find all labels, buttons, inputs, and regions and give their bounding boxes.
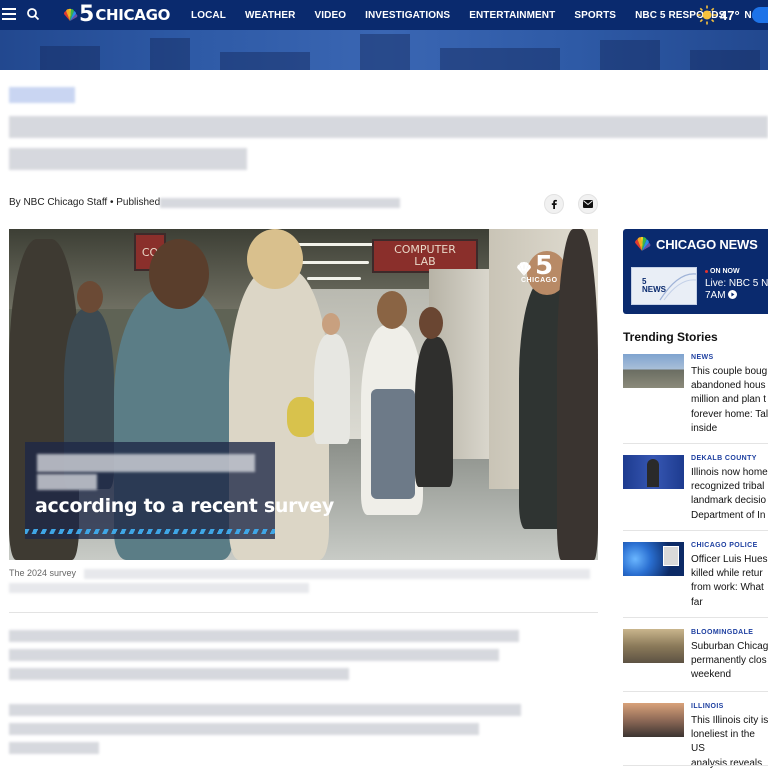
temperature: 47°: [720, 7, 740, 23]
watermark-city: CHICAGO: [521, 277, 558, 284]
story-thumbnail[interactable]: [623, 542, 684, 576]
main-nav: LOCAL WEATHER VIDEO INVESTIGATIONS ENTER…: [191, 0, 760, 30]
nav-entertainment[interactable]: ENTERTAINMENT: [469, 10, 555, 21]
chicago-news-live-box[interactable]: CHICAGO NEWS 5 NEWS ON NOW Live: NBC 5 N…: [623, 229, 768, 314]
photo-caption-text: The 2024 survey: [9, 568, 77, 578]
live-box-title: CHICAGO NEWS: [656, 237, 758, 252]
nbc-chicago-logo[interactable]: 5 CHICAGO: [62, 4, 170, 26]
blurred-paragraph-1-line-2: [9, 649, 499, 661]
blurred-paragraph-1-line-3: [9, 668, 349, 680]
lower-third-caption: according to a recent survey: [35, 495, 334, 517]
trending-story[interactable]: ILLINOIS This Illinois city is loneliest…: [623, 703, 768, 769]
nav-weather[interactable]: WEATHER: [245, 10, 296, 21]
site-header: 5 CHICAGO LOCAL WEATHER VIDEO INVESTIGAT…: [0, 0, 768, 30]
account-button[interactable]: [752, 7, 768, 23]
story-headline[interactable]: Suburban Chicag permanently clos weekend: [691, 640, 768, 683]
nbc5-watermark: 5 CHICAGO: [513, 251, 573, 285]
story-divider: [623, 617, 768, 618]
content-divider: [9, 612, 598, 613]
story-thumbnail[interactable]: [623, 629, 684, 663]
story-divider: [623, 691, 768, 692]
hamburger-menu-icon[interactable]: [2, 8, 16, 20]
weather-widget[interactable]: 47°: [697, 5, 740, 25]
blurred-caption-rest-1: [84, 569, 590, 579]
sun-icon: [697, 5, 717, 25]
blurred-paragraph-1-line-1: [9, 630, 519, 642]
story-category[interactable]: ILLINOIS: [691, 703, 724, 710]
video-lower-third: according to a recent survey: [25, 442, 334, 539]
on-now-label: ON NOW: [705, 268, 740, 275]
nav-video[interactable]: VIDEO: [314, 10, 346, 21]
story-divider: [623, 443, 768, 444]
nav-sports[interactable]: SPORTS: [574, 10, 616, 21]
story-category[interactable]: DEKALB COUNTY: [691, 455, 757, 462]
thumbnail-graphic: [659, 273, 697, 301]
header-banner: [0, 30, 768, 70]
play-icon: [728, 290, 738, 299]
logo-city: CHICAGO: [95, 6, 171, 24]
trending-story[interactable]: BLOOMINGDALE Suburban Chicag permanently…: [623, 629, 768, 689]
story-headline[interactable]: This Illinois city is loneliest in the U…: [691, 714, 768, 771]
trending-story[interactable]: CHICAGO POLICE Officer Luis Hues killed …: [623, 542, 768, 612]
blurred-headline-line-2: [9, 148, 247, 170]
story-thumbnail[interactable]: [623, 455, 684, 489]
story-category[interactable]: NEWS: [691, 354, 714, 361]
facebook-icon: [551, 199, 557, 209]
live-program-text[interactable]: Live: NBC 5 N 7AM: [705, 278, 768, 302]
blurred-lower-third-line-1: [37, 454, 255, 472]
blurred-publish-date: [160, 198, 400, 208]
nav-local[interactable]: LOCAL: [191, 10, 226, 21]
blurred-paragraph-2-line-1: [9, 704, 521, 716]
story-headline[interactable]: Illinois now home recognized tribal land…: [691, 466, 768, 523]
blurred-paragraph-2-line-3: [9, 742, 99, 754]
blurred-headline-line-1: [9, 116, 768, 138]
email-share-button[interactable]: [578, 194, 598, 214]
blurred-category-tag: [9, 87, 75, 103]
trending-story[interactable]: DEKALB COUNTY Illinois now home recogniz…: [623, 455, 768, 525]
trending-story[interactable]: NEWS This couple boug abandoned hous mil…: [623, 354, 768, 434]
email-icon: [583, 200, 593, 208]
live-thumbnail[interactable]: 5 NEWS: [631, 267, 697, 305]
byline-text: By NBC Chicago Staff • Published: [9, 197, 161, 208]
story-divider: [623, 765, 768, 766]
lower-third-stripes: [25, 529, 275, 534]
logo-number: 5: [79, 2, 95, 27]
article-byline: By NBC Chicago Staff • Published: [9, 197, 160, 208]
story-divider: [623, 530, 768, 531]
blurred-paragraph-2-line-2: [9, 723, 479, 735]
story-headline[interactable]: This couple boug abandoned hous million …: [691, 365, 768, 436]
story-category[interactable]: BLOOMINGDALE: [691, 629, 753, 636]
peacock-icon: [517, 261, 531, 276]
peacock-icon: [635, 236, 651, 251]
blurred-lower-third-line-2: [37, 474, 97, 490]
trending-stories-heading: Trending Stories: [623, 330, 718, 344]
story-headline[interactable]: Officer Luis Hues killed while retur fro…: [691, 553, 768, 610]
story-category[interactable]: CHICAGO POLICE: [691, 542, 758, 549]
hero-image[interactable]: CO COMPUTER LAB 5 CHICAGO according to a…: [9, 229, 598, 560]
story-thumbnail[interactable]: [623, 354, 684, 388]
facebook-share-button[interactable]: [544, 194, 564, 214]
hero-sign-computer-lab: COMPUTER LAB: [372, 239, 478, 273]
nav-investigations[interactable]: INVESTIGATIONS: [365, 10, 450, 21]
blurred-caption-rest-2: [9, 583, 309, 593]
photo-caption: The 2024 survey: [9, 568, 76, 578]
story-thumbnail[interactable]: [623, 703, 684, 737]
peacock-icon: [63, 8, 78, 21]
search-icon[interactable]: [26, 7, 40, 21]
